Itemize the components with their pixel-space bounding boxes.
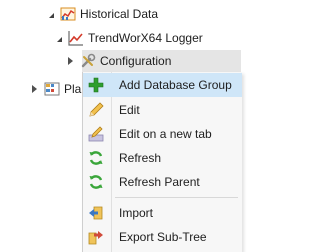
menu-item-label: Export Sub-Tree xyxy=(119,230,207,244)
collapse-arrow-icon[interactable] xyxy=(64,55,76,67)
collapse-arrow-icon[interactable] xyxy=(28,83,40,95)
menu-item-label: Import xyxy=(119,206,154,220)
plus-icon xyxy=(88,77,104,93)
menu-item-label: Add Database Group xyxy=(119,78,232,92)
context-menu: Add Database Group Edit Edit on a new ta… xyxy=(82,72,242,252)
tree-item-historical-data[interactable]: Historical Data xyxy=(44,3,158,25)
edit-tab-icon xyxy=(88,126,104,142)
tree-item-label: Configuration xyxy=(100,54,172,68)
menu-item-label: Edit on a new tab xyxy=(119,127,212,141)
menu-item-import[interactable]: Import xyxy=(83,201,242,225)
refresh-parent-icon xyxy=(89,175,103,189)
tree-item-label: Pla xyxy=(64,82,82,96)
menu-item-refresh[interactable]: Refresh xyxy=(83,146,242,170)
historical-data-icon xyxy=(60,7,76,21)
expand-arrow-icon[interactable] xyxy=(52,32,64,44)
tree-item-trendworx64-logger[interactable]: TrendWorX64 Logger xyxy=(44,27,203,49)
import-icon xyxy=(89,206,103,220)
menu-item-edit[interactable]: Edit xyxy=(83,98,242,122)
menu-item-edit-on-new-tab[interactable]: Edit on a new tab xyxy=(83,122,242,146)
menu-item-refresh-parent[interactable]: Refresh Parent xyxy=(83,170,242,194)
menu-item-label: Refresh Parent xyxy=(119,175,200,189)
menu-separator xyxy=(115,197,238,198)
tree-item-pla[interactable]: Pla xyxy=(28,78,81,100)
menu-item-export-sub-tree[interactable]: Export Sub-Tree xyxy=(83,225,242,249)
menu-item-add-database-group[interactable]: Add Database Group xyxy=(83,73,242,97)
tree-item-label: TrendWorX64 Logger xyxy=(88,31,203,45)
configuration-icon xyxy=(81,53,96,68)
chart-icon xyxy=(68,31,83,46)
expand-arrow-icon[interactable] xyxy=(44,8,56,20)
grid-icon xyxy=(44,82,60,96)
tree-item-configuration[interactable]: Configuration xyxy=(64,50,171,72)
menu-item-label: Refresh xyxy=(119,151,162,165)
export-icon xyxy=(88,231,103,245)
refresh-icon xyxy=(89,151,103,165)
tree-item-label: Historical Data xyxy=(80,7,159,21)
pencil-icon xyxy=(89,102,104,117)
menu-item-label: Edit xyxy=(119,103,140,117)
